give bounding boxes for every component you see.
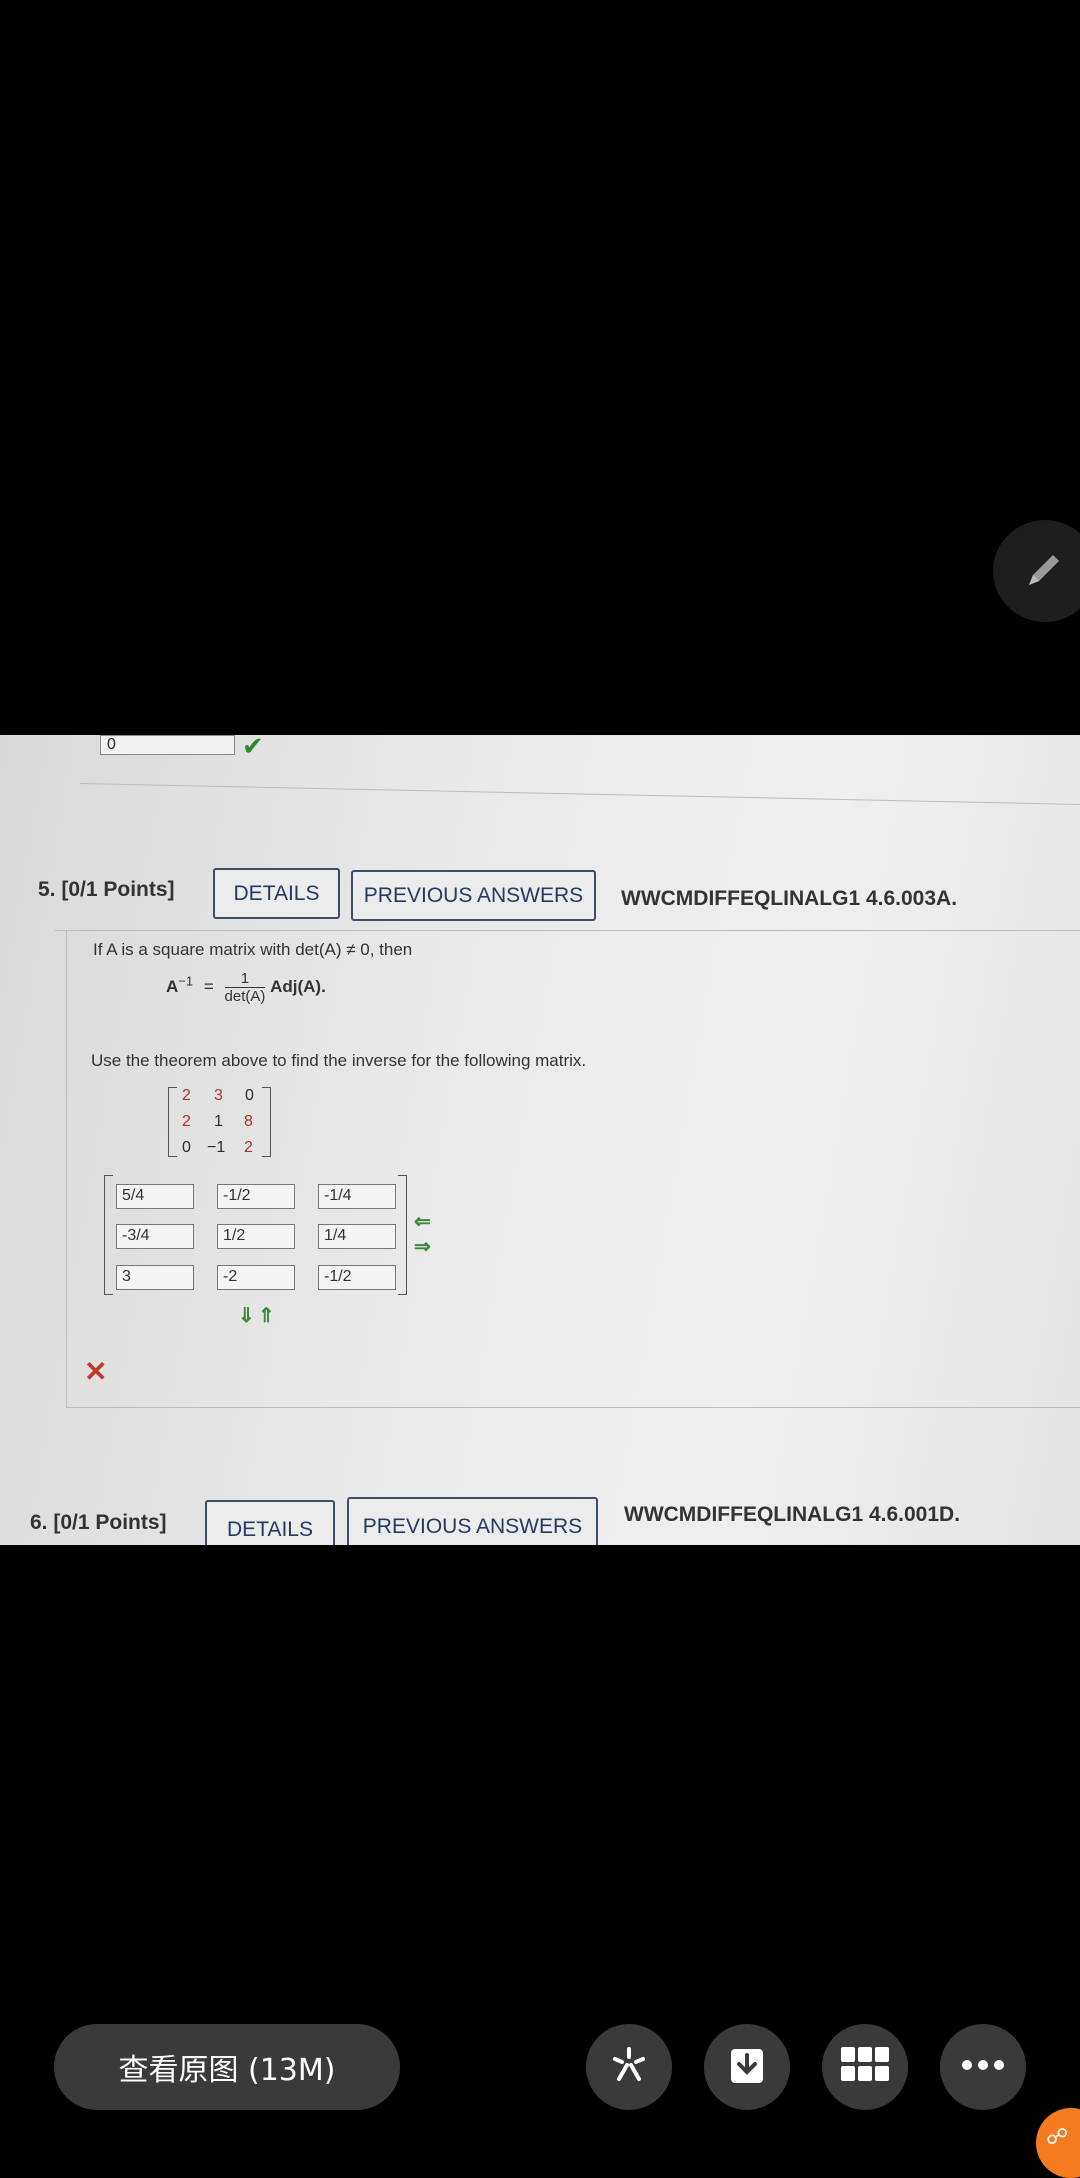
matrix-right-bracket [262, 1087, 271, 1157]
previous-answers-button[interactable]: PREVIOUS ANSWERS [351, 870, 596, 921]
divider [55, 930, 1080, 931]
inverse-formula: A−1 = 1 det(A) Adj(A). [166, 970, 326, 1005]
more-icon [961, 2058, 1005, 2076]
answer-left-bracket [104, 1175, 113, 1295]
formula-denominator: det(A) [224, 988, 266, 1005]
question-5-header: 5. [0/1 Points] [38, 878, 175, 902]
add-row-arrow-icon[interactable]: ⇓ [238, 1303, 255, 1328]
matrix-cell: 8 [244, 1113, 253, 1130]
question-5-number: 5. [38, 878, 56, 901]
divider [66, 930, 67, 1407]
add-column-arrow-icon[interactable]: ⇒ [414, 1234, 431, 1259]
remove-row-arrow-icon[interactable]: ⇑ [258, 1303, 275, 1328]
answer-input[interactable]: -2 [217, 1265, 295, 1290]
answer-input[interactable]: 1/2 [217, 1224, 295, 1249]
divider [66, 1407, 1080, 1408]
matrix-cell: 0 [182, 1139, 191, 1156]
matrix-cell: 0 [245, 1087, 254, 1104]
previous-answer-field[interactable]: 0 [100, 735, 235, 755]
details-button[interactable]: DETAILS [205, 1500, 335, 1545]
matrix-cell: −1 [207, 1139, 226, 1156]
matrix-left-bracket [168, 1087, 177, 1157]
details-button[interactable]: DETAILS [213, 868, 340, 919]
previous-answers-button[interactable]: PREVIOUS ANSWERS [347, 1497, 598, 1545]
edit-button[interactable] [993, 520, 1080, 622]
question-6-number: 6. [30, 1511, 48, 1534]
more-button[interactable] [940, 2024, 1026, 2110]
question-5-code: WWCMDIFFEQLINALG1 4.6.003A. [621, 887, 958, 910]
pencil-icon [1021, 545, 1069, 598]
correct-check-icon: ✔ [242, 735, 264, 761]
apps-button[interactable] [822, 2024, 908, 2110]
link-icon: ☍ [1046, 2124, 1069, 2149]
answer-input[interactable]: -1/2 [318, 1265, 396, 1290]
formula-lhs: A [166, 976, 179, 996]
answer-input[interactable]: 5/4 [116, 1184, 194, 1209]
instruction-text: Use the theorem above to find the invers… [91, 1051, 587, 1070]
question-5-points: [0/1 Points] [61, 878, 175, 901]
formula-eq: = [203, 976, 214, 996]
matrix-cell: 3 [214, 1087, 223, 1104]
answer-input[interactable]: 1/4 [318, 1224, 396, 1249]
question-6-header: 6. [0/1 Points] [30, 1511, 167, 1535]
formula-numerator: 1 [224, 970, 266, 988]
floating-badge[interactable]: ☍ [1036, 2108, 1080, 2178]
answer-input[interactable]: -1/4 [318, 1184, 396, 1209]
answer-input[interactable]: -1/2 [217, 1184, 295, 1209]
question-6-code: WWCMDIFFEQLINALG1 4.6.001D. [624, 1503, 961, 1526]
answer-input[interactable]: 3 [116, 1265, 194, 1290]
matrix-cell: 2 [182, 1113, 191, 1130]
matrix-cell: 1 [214, 1113, 223, 1130]
enhance-button[interactable] [586, 2024, 672, 2110]
remove-column-arrow-icon[interactable]: ⇐ [414, 1209, 431, 1234]
divider [79, 783, 1080, 805]
answer-input[interactable]: -3/4 [116, 1224, 194, 1249]
incorrect-x-icon: ✕ [84, 1356, 108, 1387]
download-icon [725, 2043, 769, 2092]
view-original-button[interactable]: 查看原图 (13M) [54, 2024, 400, 2110]
matrix-cell: 2 [182, 1087, 191, 1104]
download-button[interactable] [704, 2024, 790, 2110]
sparkle-icon [607, 2043, 651, 2092]
photo-content: 0 ✔ 5. [0/1 Points] DETAILS PREVIOUS ANS… [0, 735, 1080, 1545]
grid-icon [841, 2046, 889, 2088]
formula-rhs: Adj(A). [270, 976, 326, 996]
answer-right-bracket [398, 1175, 407, 1295]
formula-sup: −1 [178, 973, 194, 989]
question-6-points: [0/1 Points] [53, 1511, 167, 1534]
matrix-cell: 2 [244, 1139, 253, 1156]
theorem-intro: If A is a square matrix with det(A) ≠ 0,… [93, 940, 413, 959]
